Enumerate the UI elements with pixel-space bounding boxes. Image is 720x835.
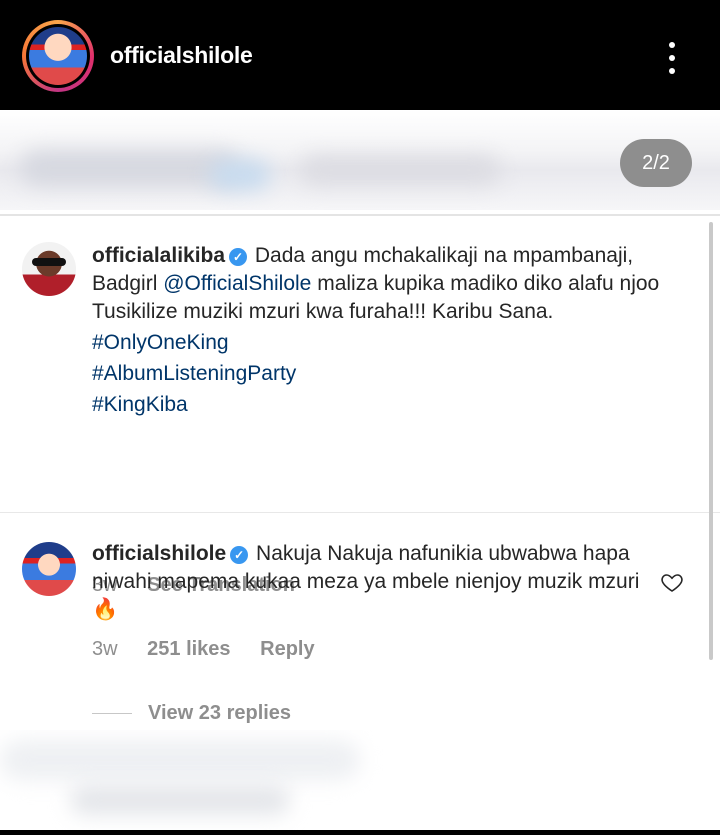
verified-badge-icon: ✓ xyxy=(230,546,249,564)
more-options-icon[interactable] xyxy=(662,40,682,76)
blurred-media-preview: 2/2 xyxy=(0,110,720,210)
replies-line xyxy=(92,713,132,715)
view-replies-button[interactable]: View 23 replies xyxy=(92,702,291,725)
likes-count[interactable]: 251 likes xyxy=(147,638,230,660)
post-header: officialshilole xyxy=(0,0,720,110)
header-username[interactable]: officialshilole xyxy=(110,42,253,69)
comment-time: 3w xyxy=(92,638,118,660)
hashtag-link[interactable]: #OnlyOneKing xyxy=(92,329,662,357)
view-replies-label: View 23 replies xyxy=(148,702,292,724)
verified-badge-icon: ✓ xyxy=(229,248,248,266)
hashtag-link[interactable]: #AlbumListeningParty xyxy=(92,360,662,388)
like-heart-icon[interactable] xyxy=(660,570,684,594)
divider xyxy=(0,512,720,513)
bottom-edge xyxy=(0,830,720,835)
blurred-comment-preview xyxy=(0,730,720,830)
hashtag-link[interactable]: #KingKiba xyxy=(92,391,662,419)
divider xyxy=(0,214,720,216)
profile-photo xyxy=(29,27,87,85)
comments-panel: 2/2 officialalikiba ✓ Dada angu mchakalik… xyxy=(0,110,720,830)
page-indicator: 2/2 xyxy=(620,139,692,187)
mention-link[interactable]: @OfficialShilole xyxy=(163,272,311,295)
comment-username[interactable]: officialshilole xyxy=(92,542,226,565)
scrollbar[interactable] xyxy=(709,222,713,660)
comment-username[interactable]: officialalikiba xyxy=(92,244,225,267)
sunglasses-graphic xyxy=(32,258,66,266)
reply-button[interactable]: Reply xyxy=(260,638,314,660)
avatar[interactable] xyxy=(22,542,76,596)
avatar[interactable] xyxy=(22,242,76,296)
story-avatar[interactable] xyxy=(22,20,94,92)
fire-emoji: 🔥 xyxy=(92,598,119,621)
